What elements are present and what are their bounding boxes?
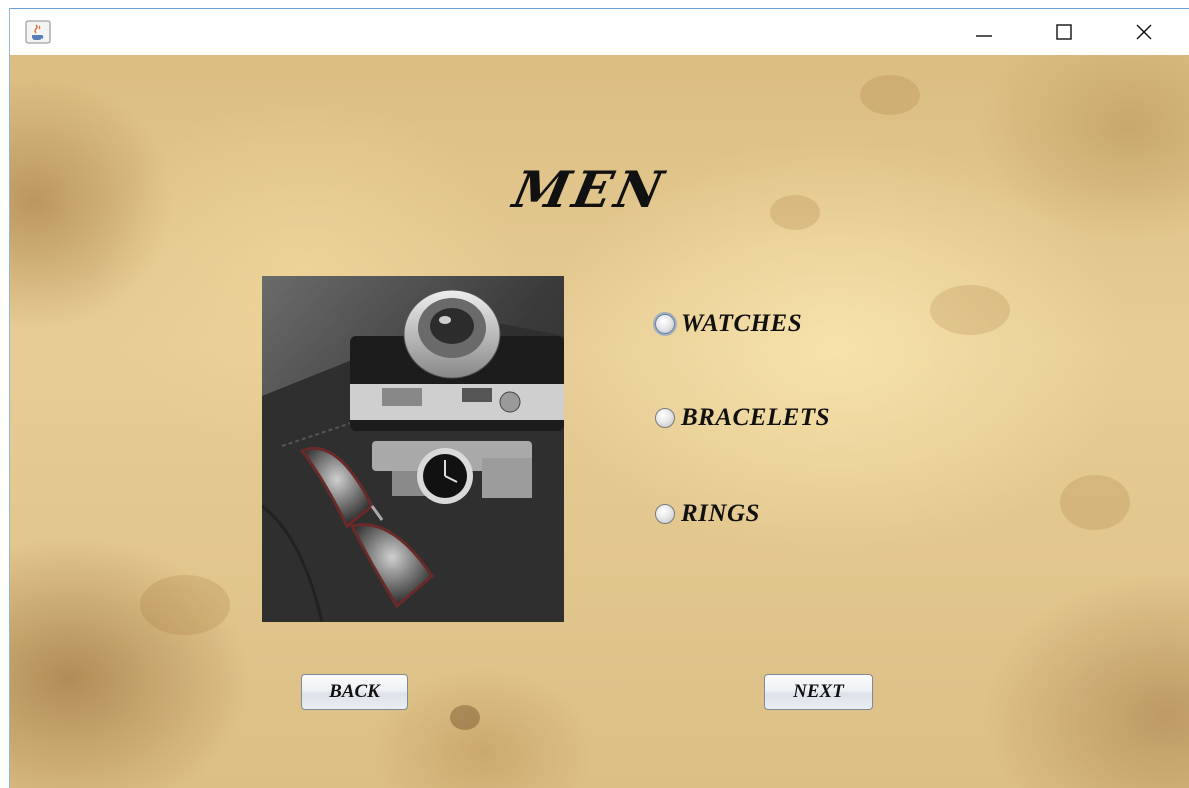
page-title: MEN [508,160,672,219]
option-bracelets[interactable]: BRACELETS [655,403,830,433]
back-button[interactable]: BACK [301,674,408,710]
rings-radio[interactable] [655,504,675,524]
next-button[interactable]: NEXT [764,674,873,710]
option-rings[interactable]: RINGS [655,499,760,529]
minimize-button[interactable] [954,9,1014,55]
app-window: MEN WATCHES BRACELETS RINGS BACK NEXT [0,0,1189,788]
window-edge [0,0,10,788]
title-bar[interactable] [10,8,1189,55]
java-coffee-icon [25,20,51,44]
option-label: WATCHES [681,310,803,337]
close-button[interactable] [1114,9,1174,55]
parchment-stain [930,285,1010,335]
minimize-icon [976,35,992,37]
product-photo [262,276,564,622]
parchment-panel: MEN WATCHES BRACELETS RINGS BACK NEXT [10,55,1189,788]
parchment-stain [140,575,230,635]
close-icon [1136,24,1152,40]
parchment-stain [1060,475,1130,530]
option-label: RINGS [681,500,760,527]
parchment-stain [450,705,480,730]
parchment-stain [860,75,920,115]
parchment-stain [770,195,820,230]
bracelets-radio[interactable] [655,408,675,428]
watches-radio[interactable] [655,314,675,334]
maximize-button[interactable] [1034,9,1094,55]
option-watches[interactable]: WATCHES [655,309,802,339]
option-label: BRACELETS [681,404,830,431]
maximize-icon [1056,24,1072,40]
